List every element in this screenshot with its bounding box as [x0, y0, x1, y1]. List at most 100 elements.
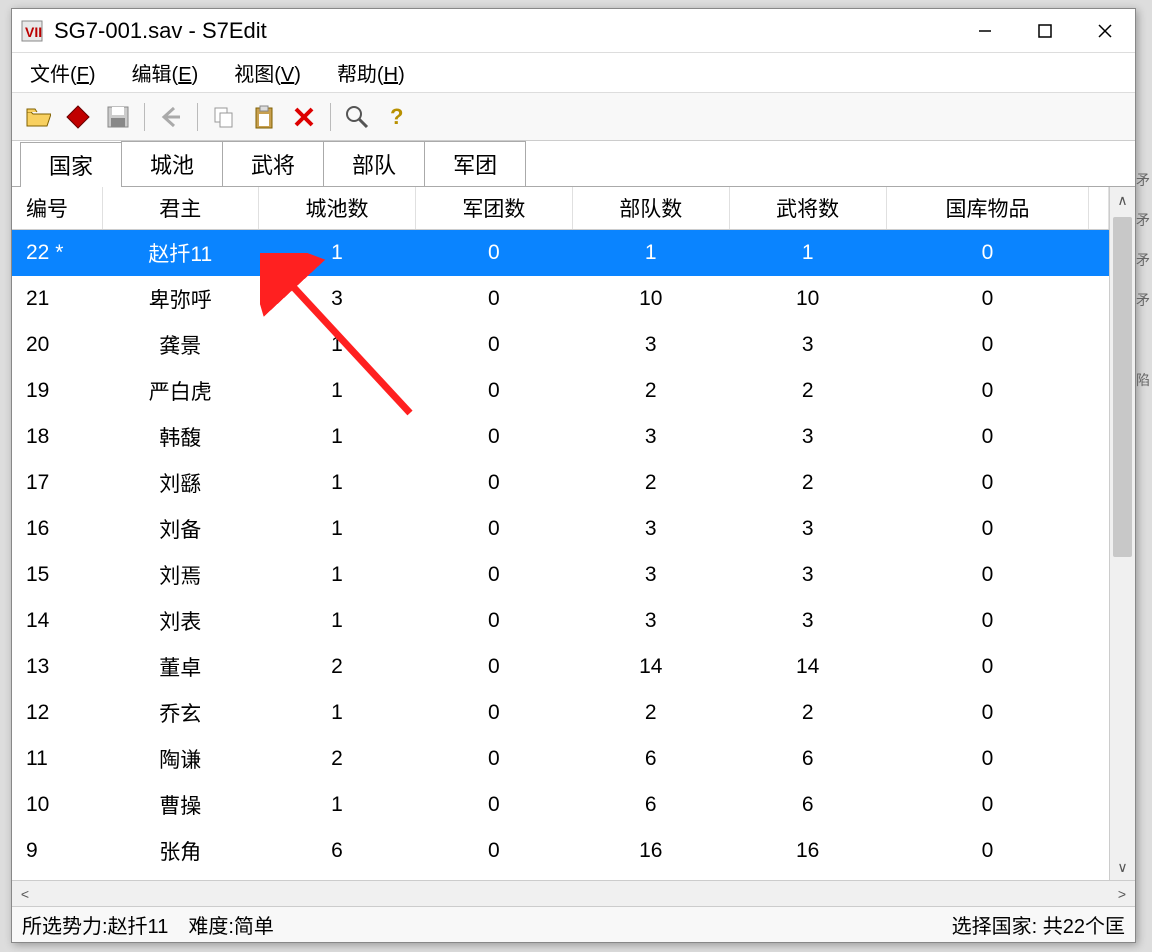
- cell-cities: 1: [259, 690, 416, 736]
- cell-troops: 2: [572, 368, 729, 414]
- table-row[interactable]: 16刘备10330: [12, 506, 1109, 552]
- table-row[interactable]: 19严白虎10220: [12, 368, 1109, 414]
- cell-cities: 1: [259, 782, 416, 828]
- cell-cities: 2: [259, 644, 416, 690]
- cell-lord: 严白虎: [102, 368, 259, 414]
- cell-generals: 3: [729, 552, 886, 598]
- help-icon[interactable]: ?: [379, 99, 415, 135]
- column-header-blank: [1089, 187, 1109, 230]
- cell-generals: 16: [729, 828, 886, 874]
- maximize-button[interactable]: [1015, 9, 1075, 53]
- tab-0[interactable]: 国家: [20, 142, 122, 187]
- table-row[interactable]: 13董卓2014140: [12, 644, 1109, 690]
- column-header[interactable]: 君主: [102, 187, 259, 230]
- column-header[interactable]: 编号: [12, 187, 102, 230]
- search-icon[interactable]: [339, 99, 375, 135]
- status-right: 选择国家: 共22个匡: [952, 910, 1125, 939]
- tab-1[interactable]: 城池: [121, 141, 223, 186]
- column-header[interactable]: 部队数: [572, 187, 729, 230]
- cell-generals: 1: [729, 230, 886, 277]
- table-row[interactable]: 21卑弥呼3010100: [12, 276, 1109, 322]
- cell-corps: 0: [415, 552, 572, 598]
- cell-id: 12: [12, 690, 102, 736]
- table-row[interactable]: 14刘表10330: [12, 598, 1109, 644]
- cell-lord: 刘备: [102, 506, 259, 552]
- table-row[interactable]: 20龚景10330: [12, 322, 1109, 368]
- cell-lord: 乔玄: [102, 690, 259, 736]
- status-left: 所选势力:赵扦11 难度:简单: [22, 910, 274, 939]
- cell-generals: 3: [729, 506, 886, 552]
- menu-help[interactable]: 帮助(H): [329, 54, 413, 91]
- cell-id: 18: [12, 414, 102, 460]
- cell-corps: 0: [415, 506, 572, 552]
- cell-corps: 0: [415, 368, 572, 414]
- tab-3[interactable]: 部队: [323, 141, 425, 186]
- open-icon[interactable]: [20, 99, 56, 135]
- vertical-scrollbar[interactable]: ∧ ∨: [1109, 187, 1135, 880]
- scroll-left-icon[interactable]: <: [12, 881, 38, 906]
- horizontal-scrollbar[interactable]: < >: [12, 880, 1135, 906]
- cell-corps: 0: [415, 230, 572, 277]
- cell-id: 17: [12, 460, 102, 506]
- column-header[interactable]: 城池数: [259, 187, 416, 230]
- minimize-button[interactable]: [955, 9, 1015, 53]
- window-title: SG7-001.sav - S7Edit: [54, 18, 267, 44]
- cell-treasury: 0: [886, 368, 1089, 414]
- cell-treasury: 0: [886, 460, 1089, 506]
- menu-view[interactable]: 视图(V): [226, 54, 309, 91]
- cell-treasury: 0: [886, 828, 1089, 874]
- table-row[interactable]: 22 *赵扦1110110: [12, 230, 1109, 277]
- app-window: VII SG7-001.sav - S7Edit 文件(F) 编辑(E) 视图(…: [11, 8, 1136, 943]
- cell-lord: 刘焉: [102, 552, 259, 598]
- menu-file[interactable]: 文件(F): [22, 54, 104, 91]
- table-row[interactable]: 17刘繇10220: [12, 460, 1109, 506]
- table-row[interactable]: 10曹操10660: [12, 782, 1109, 828]
- svg-text:?: ?: [390, 104, 403, 129]
- cell-id: 14: [12, 598, 102, 644]
- table-row[interactable]: 11陶谦20660: [12, 736, 1109, 782]
- cell-treasury: 0: [886, 736, 1089, 782]
- cell-treasury: 0: [886, 598, 1089, 644]
- cell-troops: 14: [572, 644, 729, 690]
- scroll-right-icon[interactable]: >: [1109, 881, 1135, 906]
- app-icon: VII: [20, 19, 44, 43]
- cell-corps: 0: [415, 460, 572, 506]
- cell-id: 11: [12, 736, 102, 782]
- table-row[interactable]: 9张角6016160: [12, 828, 1109, 874]
- delete-icon[interactable]: [286, 99, 322, 135]
- close-button[interactable]: [1075, 9, 1135, 53]
- copy-icon[interactable]: [206, 99, 242, 135]
- column-header[interactable]: 国库物品: [886, 187, 1089, 230]
- cell-troops: 6: [572, 782, 729, 828]
- cell-generals: 10: [729, 276, 886, 322]
- cell-corps: 0: [415, 598, 572, 644]
- window-controls: [955, 9, 1135, 53]
- diamond-icon[interactable]: [60, 99, 96, 135]
- table-row[interactable]: 12乔玄10220: [12, 690, 1109, 736]
- table-row[interactable]: 15刘焉10330: [12, 552, 1109, 598]
- menu-edit[interactable]: 编辑(E): [124, 54, 207, 91]
- cell-generals: 3: [729, 414, 886, 460]
- table-row[interactable]: 18韩馥10330: [12, 414, 1109, 460]
- save-icon[interactable]: [100, 99, 136, 135]
- cell-corps: 0: [415, 322, 572, 368]
- column-header[interactable]: 武将数: [729, 187, 886, 230]
- cell-cities: 1: [259, 506, 416, 552]
- paste-icon[interactable]: [246, 99, 282, 135]
- cell-troops: 3: [572, 322, 729, 368]
- tab-2[interactable]: 武将: [222, 141, 324, 186]
- scroll-up-icon[interactable]: ∧: [1110, 187, 1135, 213]
- toolbar-separator: [144, 103, 145, 131]
- cell-lord: 董卓: [102, 644, 259, 690]
- back-icon[interactable]: [153, 99, 189, 135]
- tab-4[interactable]: 军团: [424, 141, 526, 186]
- cell-troops: 3: [572, 506, 729, 552]
- cell-lord: 赵扦11: [102, 230, 259, 277]
- cell-generals: 6: [729, 736, 886, 782]
- cell-cities: 1: [259, 414, 416, 460]
- column-header[interactable]: 军团数: [415, 187, 572, 230]
- cell-lord: 曹操: [102, 782, 259, 828]
- cell-cities: 1: [259, 368, 416, 414]
- scroll-thumb[interactable]: [1113, 217, 1132, 557]
- scroll-down-icon[interactable]: ∨: [1110, 854, 1135, 880]
